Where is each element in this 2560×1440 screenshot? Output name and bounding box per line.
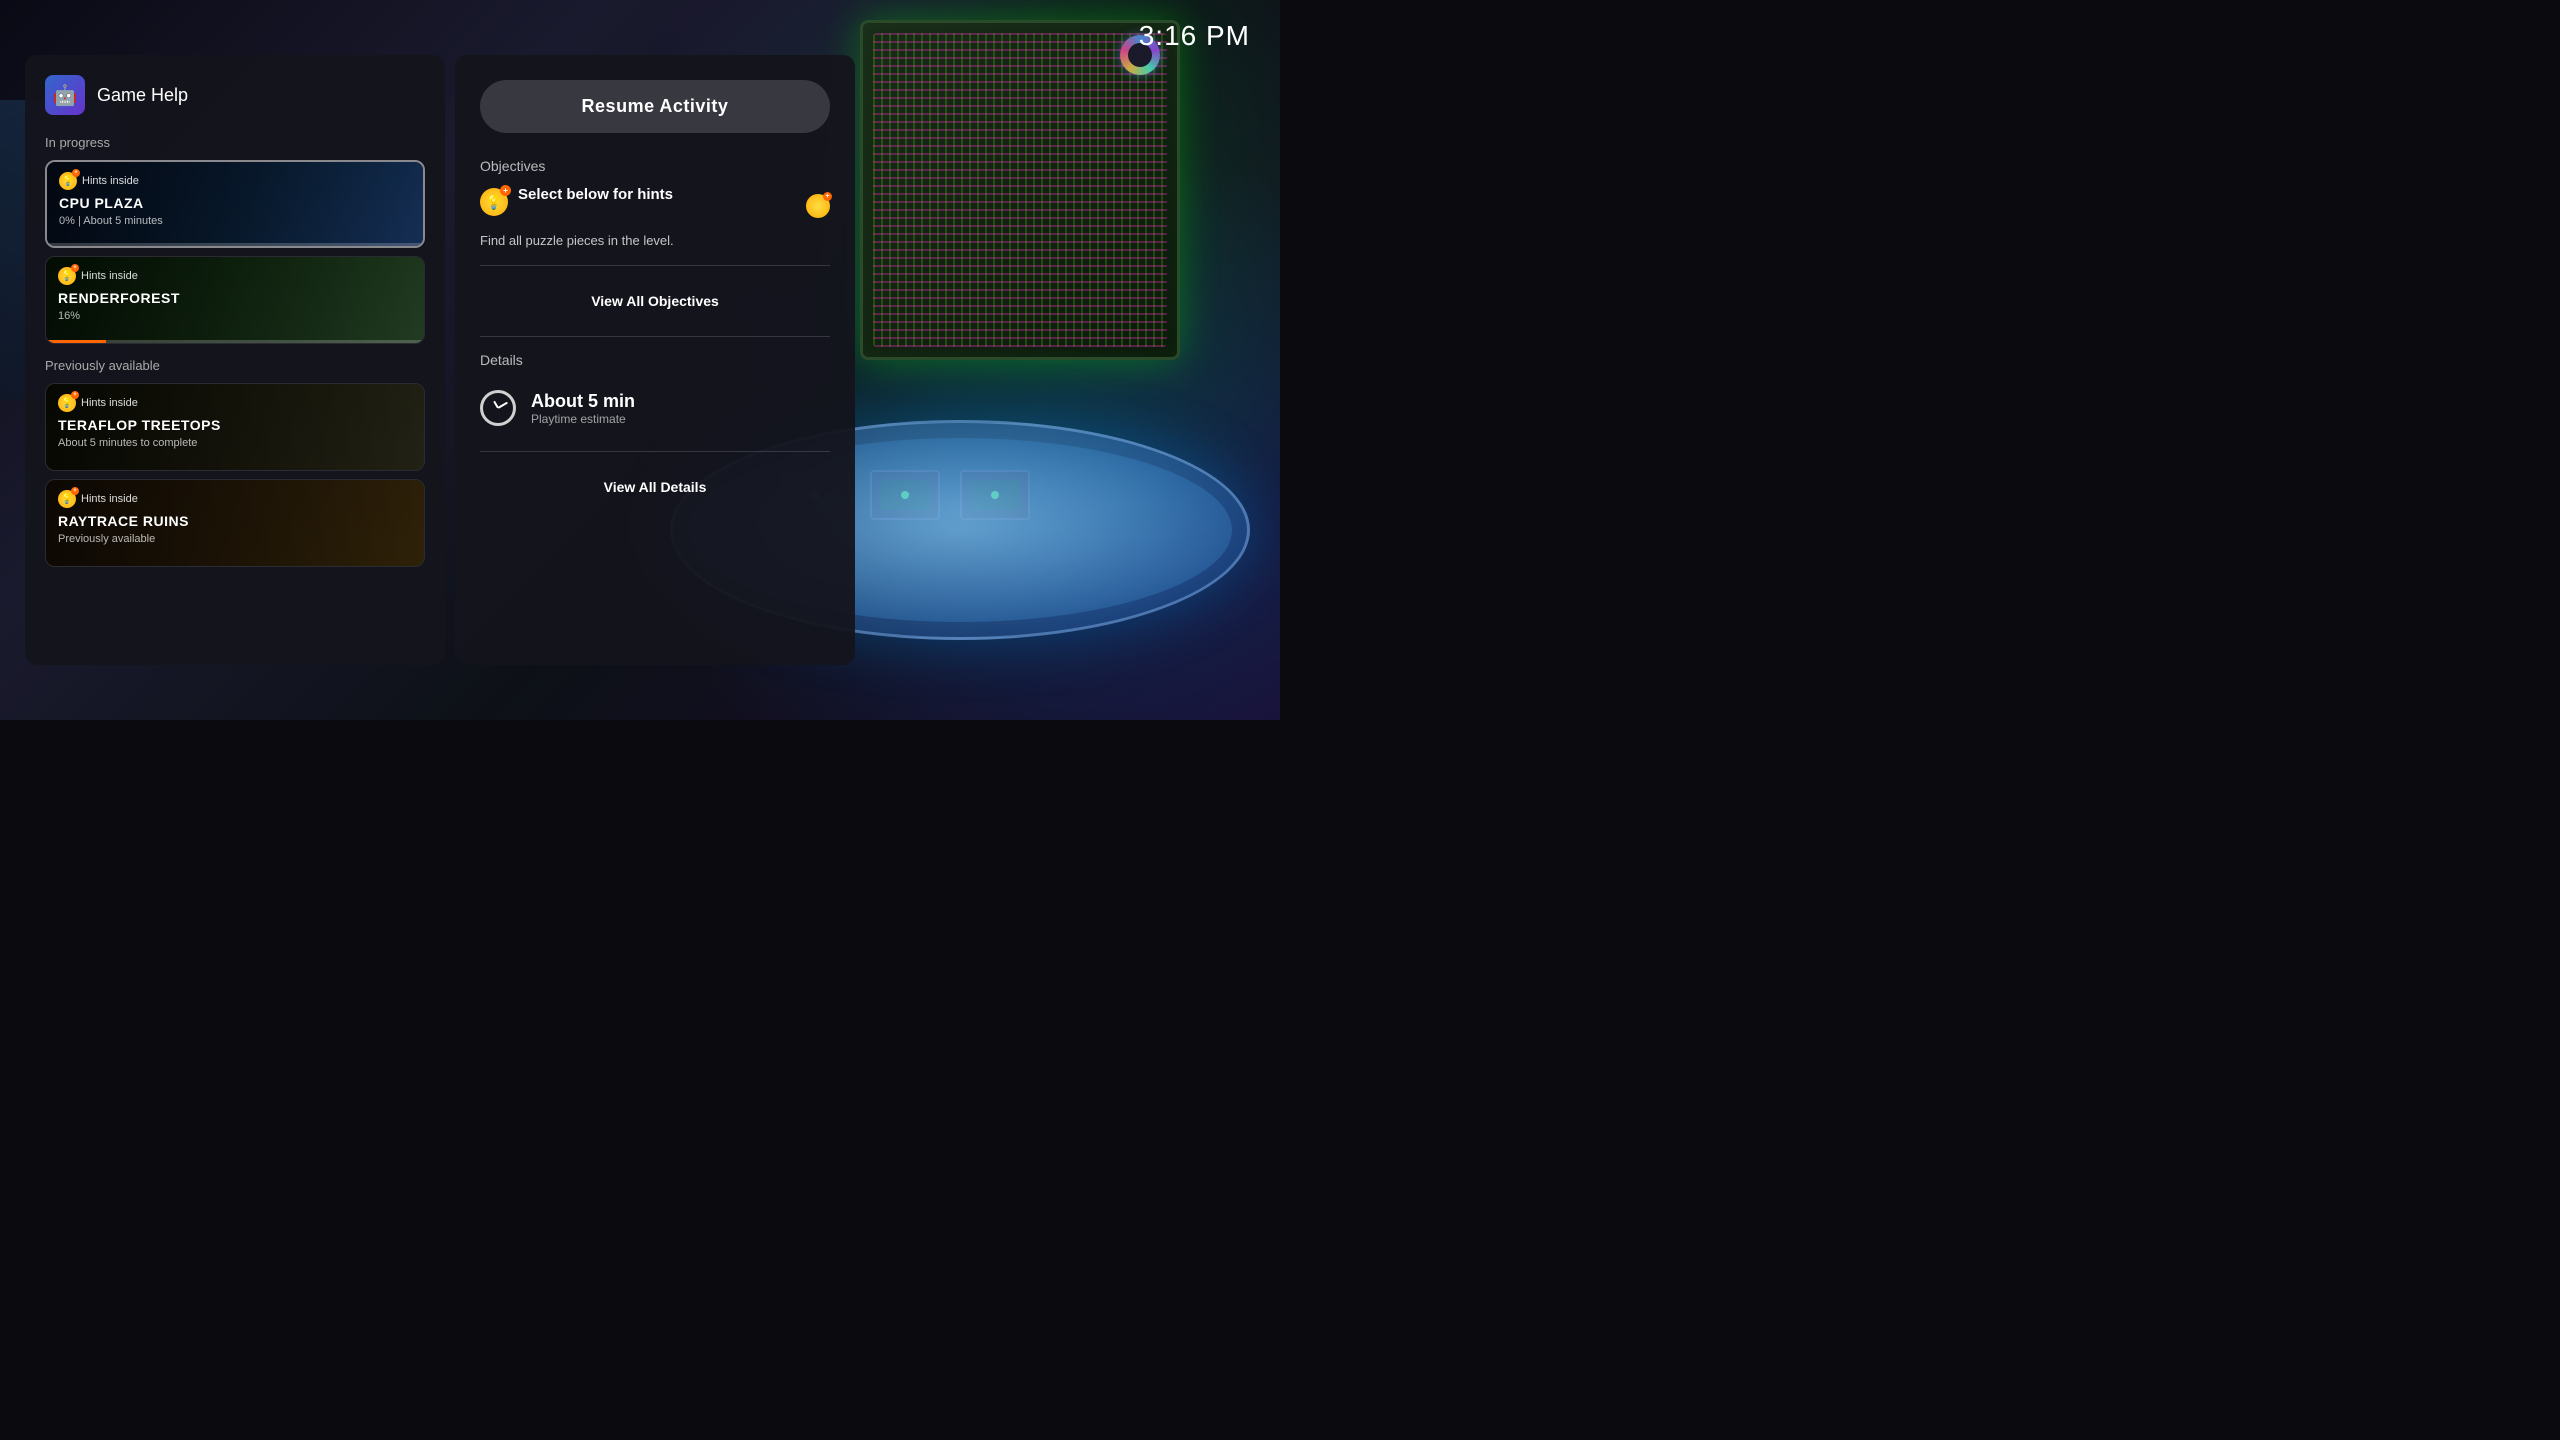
card-content-rr: 💡 + Hints inside RAYTRACE RUINS Previous… [46, 480, 424, 566]
hint-bulb-icon-rf: 💡 + [58, 267, 76, 285]
clock-minute-hand [498, 402, 509, 409]
activity-name-rf: RENDERFOREST [58, 290, 412, 307]
playtime-text-block: About 5 min Playtime estimate [531, 391, 635, 426]
detail-playtime-item: About 5 min Playtime estimate [480, 380, 830, 436]
view-all-objectives-button[interactable]: View All Objectives [480, 281, 830, 321]
hints-label-rr: Hints inside [81, 493, 138, 505]
hint-bulb-icon: 💡 + [59, 172, 77, 190]
hints-label-cpu: Hints inside [82, 175, 139, 187]
hint-btn-icon [806, 194, 830, 218]
card-content-rf: 💡 + Hints inside RENDERFOREST 16% [46, 257, 424, 343]
hint-plus-icon: + [72, 169, 80, 177]
objectives-section-label: Objectives [480, 158, 830, 174]
divider-2 [480, 336, 830, 337]
hint-bulb-icon-tf: 💡 + [58, 394, 76, 412]
resume-activity-button[interactable]: Resume Activity [480, 80, 830, 133]
objective-text-block: Select below for hints [518, 186, 673, 203]
hints-label-tf: Hints inside [81, 397, 138, 409]
activity-meta-cpu: 0% | About 5 minutes [59, 215, 411, 227]
hints-badge-cpu: 💡 + Hints inside [59, 172, 411, 190]
in-progress-label: In progress [45, 135, 425, 150]
activity-card-raytrace[interactable]: 💡 + Hints inside RAYTRACE RUINS Previous… [45, 479, 425, 567]
hints-label-rf: Hints inside [81, 270, 138, 282]
clock-icon [480, 390, 516, 426]
hint-plus-icon-rr: + [71, 487, 79, 495]
hints-badge-tf: 💡 + Hints inside [58, 394, 412, 412]
time-display: 3:16 PM [1139, 20, 1250, 52]
panel-header: 🤖 Game Help [45, 75, 425, 115]
progress-bar-rf [46, 340, 106, 343]
objective-description: Find all puzzle pieces in the level. [480, 232, 830, 250]
activity-name-tf: TERAFLOP TREETOPS [58, 417, 412, 434]
activity-meta-tf: About 5 minutes to complete [58, 437, 412, 449]
divider-3 [480, 451, 830, 452]
game-help-panel: 🤖 Game Help In progress 💡 + Hints inside… [25, 55, 445, 665]
hint-plus-icon-tf: + [71, 391, 79, 399]
card-content-tf: 💡 + Hints inside TERAFLOP TREETOPS About… [46, 384, 424, 470]
divider-1 [480, 265, 830, 266]
panel-icon-emoji: 🤖 [53, 83, 78, 108]
right-panel: Resume Activity Objectives 💡 Select belo… [455, 55, 855, 665]
previously-available-label: Previously available [45, 358, 425, 373]
progress-container-cpu [47, 243, 423, 246]
activity-meta-rf: 16% [58, 310, 412, 322]
progress-container-rf [46, 340, 424, 343]
hints-badge-rf: 💡 + Hints inside [58, 267, 412, 285]
view-all-details-button[interactable]: View All Details [480, 467, 830, 507]
hint-bulb-icon-rr: 💡 + [58, 490, 76, 508]
activity-name-cpu: CPU PLAZA [59, 195, 411, 212]
playtime-label: Playtime estimate [531, 412, 635, 426]
obj-hint-icon: 💡 [480, 188, 508, 216]
objective-row: 💡 Select below for hints [480, 186, 830, 226]
playtime-amount: About 5 min [531, 391, 635, 412]
card-content-cpu: 💡 + Hints inside CPU PLAZA 0% | About 5 … [47, 162, 423, 246]
activity-meta-rr: Previously available [58, 533, 412, 545]
details-section-label: Details [480, 352, 830, 368]
activity-card-teraflop[interactable]: 💡 + Hints inside TERAFLOP TREETOPS About… [45, 383, 425, 471]
panel-title: Game Help [97, 85, 188, 106]
objective-title: Select below for hints [518, 186, 673, 203]
activity-name-rr: RAYTRACE RUINS [58, 513, 412, 530]
hint-inline-button[interactable] [806, 194, 830, 218]
activity-card-renderforest[interactable]: 💡 + Hints inside RENDERFOREST 16% [45, 256, 425, 344]
activity-card-cpu-plaza[interactable]: 💡 + Hints inside CPU PLAZA 0% | About 5 … [45, 160, 425, 248]
objective-item: 💡 Select below for hints [480, 186, 796, 216]
hint-plus-icon-rf: + [71, 264, 79, 272]
panel-icon: 🤖 [45, 75, 85, 115]
hints-badge-rr: 💡 + Hints inside [58, 490, 412, 508]
